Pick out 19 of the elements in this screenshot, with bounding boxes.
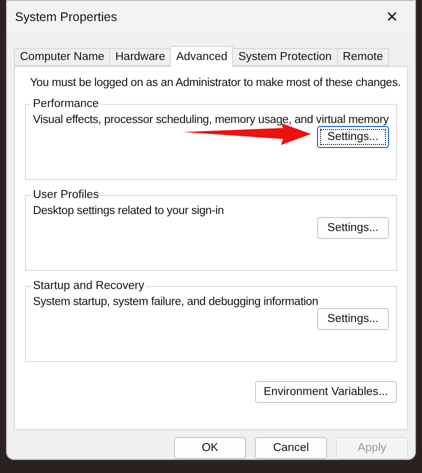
tab[interactable]: System Protection bbox=[232, 48, 338, 66]
group-description: System startup, system failure, and debugging information bbox=[33, 296, 320, 308]
group-description: Desktop settings related to your sign-in bbox=[33, 205, 225, 218]
dialog-button[interactable]: Cancel bbox=[255, 437, 327, 459]
close-button[interactable]: ✕ bbox=[377, 2, 407, 31]
settings-button[interactable]: Settings... bbox=[317, 308, 389, 330]
environment-variables-button[interactable]: Environment Variables... bbox=[254, 381, 397, 404]
group-title: Performance bbox=[32, 98, 100, 110]
tab[interactable]: Hardware bbox=[109, 48, 172, 66]
group-title: User Profiles bbox=[32, 189, 100, 202]
tab[interactable]: Remote bbox=[336, 48, 389, 66]
dialog-button[interactable]: OK bbox=[174, 437, 246, 459]
tab[interactable]: Advanced bbox=[170, 46, 234, 68]
settings-button[interactable]: Settings... bbox=[317, 126, 389, 148]
window-title: System Properties bbox=[15, 10, 118, 24]
tab[interactable]: Computer Name bbox=[14, 48, 110, 66]
group-description: Visual effects, processor scheduling, memory usage, and virtual memory bbox=[33, 114, 389, 126]
group-title: Startup and Recovery bbox=[32, 280, 146, 292]
settings-button[interactable]: Settings... bbox=[317, 217, 389, 240]
